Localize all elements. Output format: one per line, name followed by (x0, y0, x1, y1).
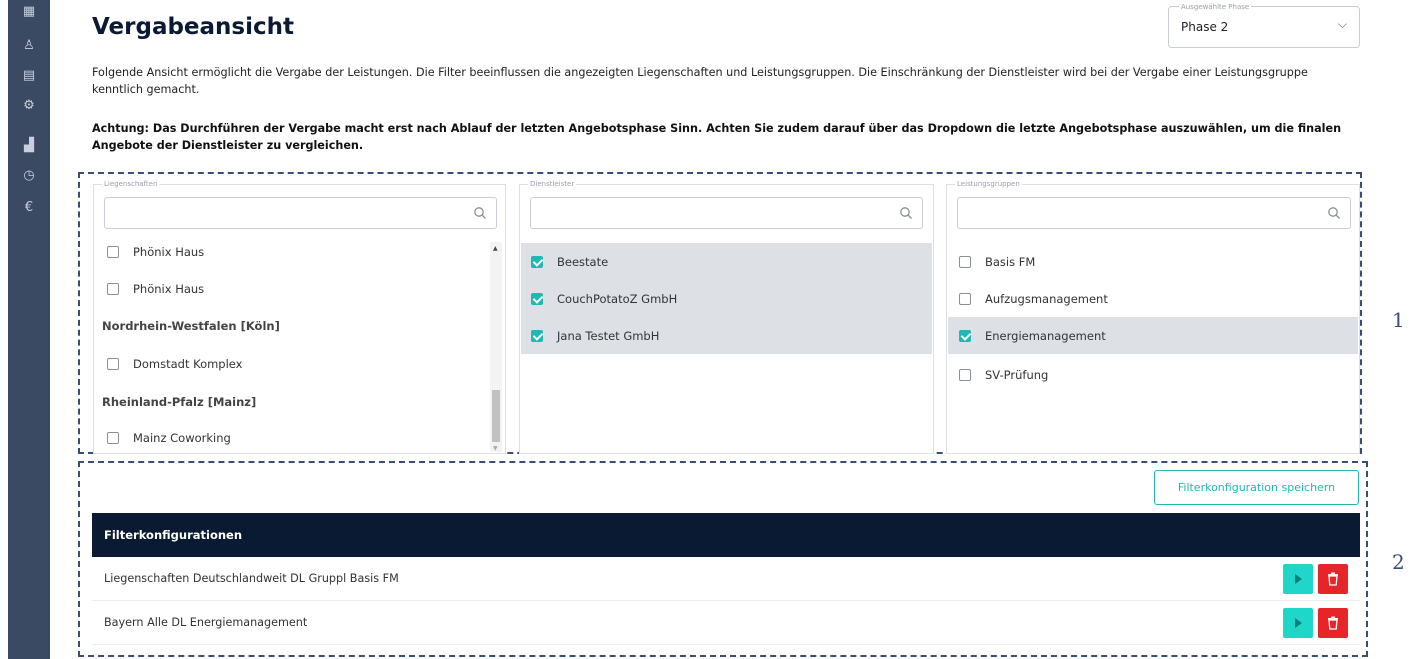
list-item[interactable]: Basis FM (948, 243, 1358, 280)
dienstleister-search-input[interactable] (537, 204, 888, 222)
leistungsgruppen-label: Leistungsgruppen (955, 180, 1022, 188)
list-item-label: Energiemanagement (985, 328, 1106, 343)
list-item[interactable]: Mainz Coworking (95, 419, 231, 456)
checkbox[interactable] (107, 245, 119, 258)
liegenschaften-search-input[interactable] (111, 204, 462, 222)
history-icon[interactable]: ◷ (8, 168, 50, 184)
list-item[interactable]: Aufzugsmanagement (948, 280, 1358, 317)
dashboard-icon[interactable]: ▦ (8, 4, 50, 20)
list-item[interactable]: CouchPotatoZ GmbH (521, 280, 932, 317)
warning-text: Achtung: Das Durchführen der Vergabe mac… (92, 122, 1342, 152)
phase-select-label: Ausgewählte Phase (1179, 3, 1252, 11)
table-cell-name: Bayern Alle DL Energiemanagement (104, 616, 308, 629)
scroll-up-icon[interactable]: ▲ (493, 245, 498, 252)
play-icon (1295, 574, 1302, 584)
list-item-label: CouchPotatoZ GmbH (557, 291, 678, 306)
list-item-label: Phönix Haus (133, 281, 205, 296)
settings-icon[interactable]: ⚙ (8, 98, 50, 114)
annotation-label-2: 2 (1392, 550, 1405, 574)
list-item[interactable]: Energiemanagement (948, 317, 1358, 354)
checkbox[interactable] (959, 368, 971, 381)
checkbox[interactable] (531, 292, 543, 305)
checkbox[interactable] (531, 329, 543, 342)
table-row: Liegenschaften Deutschlandweit DL Gruppl… (92, 557, 1360, 601)
page-title: Vergabeansicht (92, 14, 295, 40)
sidebar: ▦ ♙ ▤ ⚙ ▟ ◷ € (8, 0, 50, 659)
table-row: Bayern Alle DL Energiemanagement (92, 601, 1360, 645)
liegenschaften-scrollbar[interactable]: ▲ ▼ (490, 242, 502, 452)
delete-button[interactable] (1318, 564, 1348, 594)
list-item-label: Beestate (557, 254, 609, 269)
user-icon[interactable]: ♙ (8, 38, 50, 54)
trash-icon (1328, 616, 1338, 630)
phase-select-value: Phase 2 (1181, 20, 1229, 34)
dienstleister-search[interactable] (530, 197, 923, 229)
liegenschaften-label: Liegenschaften (102, 180, 160, 188)
scroll-thumb[interactable] (492, 390, 500, 442)
checkbox[interactable] (531, 255, 543, 268)
apply-button[interactable] (1283, 608, 1313, 638)
chevron-down-icon: ⌵ (1337, 17, 1347, 31)
table-cell-name: Liegenschaften Deutschlandweit DL Gruppl… (104, 572, 399, 585)
dienstleister-label: Dienstleister (528, 180, 577, 188)
play-icon (1295, 618, 1302, 628)
checkbox[interactable] (959, 329, 971, 342)
liegenschaften-panel: Liegenschaften Phönix Haus Phönix Haus N… (93, 180, 506, 456)
list-item[interactable]: Phönix Haus (95, 270, 204, 307)
save-filter-config-button[interactable]: Filterkonfiguration speichern (1154, 470, 1359, 505)
leistungsgruppen-panel: Leistungsgruppen Basis FM Aufzugsmanagem… (946, 180, 1360, 454)
list-item-label: Jana Testet GmbH (557, 328, 660, 343)
apply-button[interactable] (1283, 564, 1313, 594)
checkbox[interactable] (959, 255, 971, 268)
list-item-label: Aufzugsmanagement (985, 291, 1108, 306)
list-item-label: Domstadt Komplex (133, 356, 243, 371)
liegenschaften-search[interactable] (104, 197, 497, 229)
search-icon (474, 207, 486, 219)
list-item[interactable]: SV-Prüfung (948, 356, 1358, 393)
trash-icon (1328, 572, 1338, 586)
phase-select[interactable]: Ausgewählte Phase Phase 2 ⌵ (1168, 3, 1360, 48)
list-item[interactable]: Jana Testet GmbH (521, 317, 932, 354)
euro-icon[interactable]: € (8, 200, 50, 216)
list-item-label: SV-Prüfung (985, 367, 1049, 382)
group-header: Rheinland-Pfalz [Mainz] (102, 395, 257, 409)
table-header: Filterkonfigurationen (92, 513, 1360, 557)
leistungsgruppen-search[interactable] (957, 197, 1351, 229)
checkbox[interactable] (107, 357, 119, 370)
leistungsgruppen-search-input[interactable] (964, 204, 1316, 222)
map-icon[interactable]: ▤ (8, 68, 50, 84)
list-item-label: Basis FM (985, 254, 1036, 269)
checkbox[interactable] (959, 292, 971, 305)
list-item[interactable]: Beestate (521, 243, 932, 280)
annotation-label-1: 1 (1392, 308, 1405, 332)
page-description: Folgende Ansicht ermöglicht die Vergabe … (92, 66, 1308, 96)
group-header: Nordrhein-Westfalen [Köln] (102, 319, 280, 333)
search-icon (1328, 207, 1340, 219)
list-item-label: Mainz Coworking (133, 430, 231, 445)
list-item[interactable]: Domstadt Komplex (95, 345, 243, 382)
list-item-label: Phönix Haus (133, 244, 205, 259)
checkbox[interactable] (107, 282, 119, 295)
search-icon (900, 207, 912, 219)
chart-icon[interactable]: ▟ (8, 138, 50, 154)
list-item[interactable]: Phönix Haus (95, 233, 204, 270)
checkbox[interactable] (107, 431, 119, 444)
scroll-down-icon[interactable]: ▼ (493, 445, 498, 452)
dienstleister-panel: Dienstleister Beestate CouchPotatoZ GmbH… (519, 180, 934, 454)
delete-button[interactable] (1318, 608, 1348, 638)
